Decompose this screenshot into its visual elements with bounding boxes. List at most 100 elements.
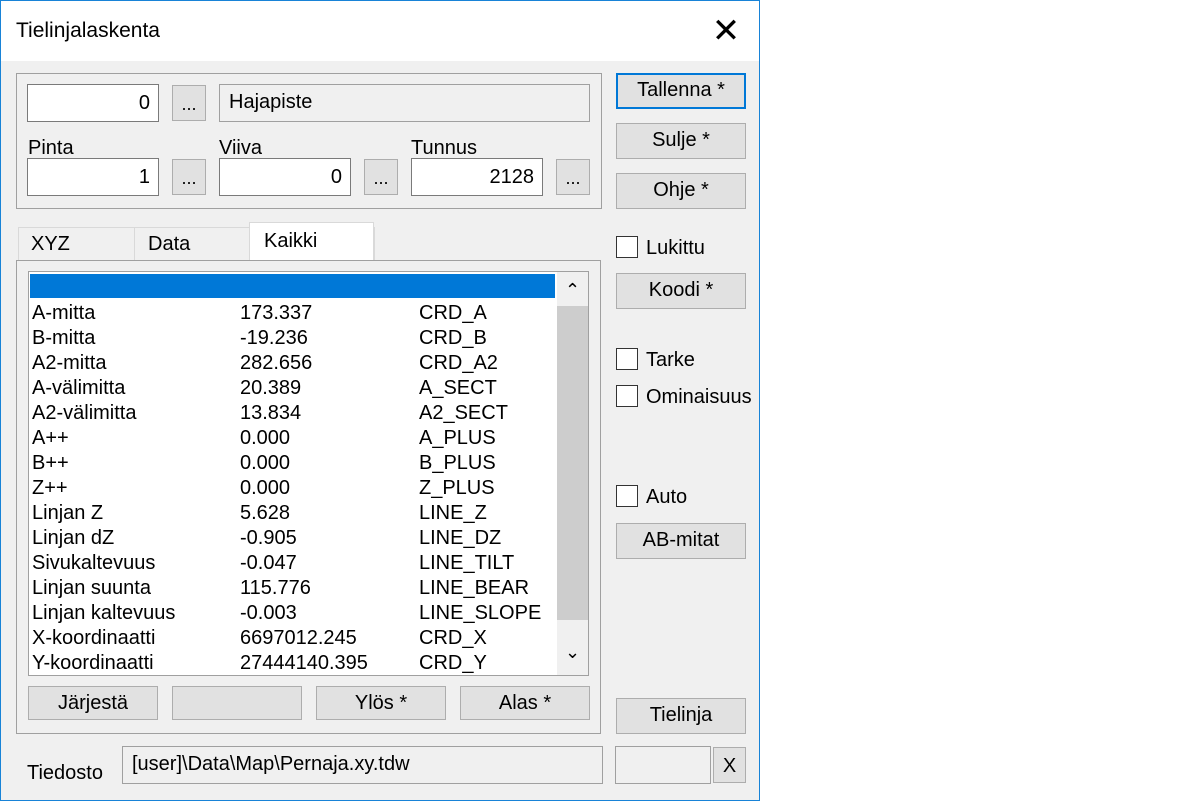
list-item[interactable]: B-mitta -19.236 CRD_B [29,326,559,351]
tab-divider [134,227,135,260]
list-item[interactable]: Y-koordinaatti 27444140.395 CRD_Y [29,651,559,675]
list-item[interactable]: A-mitta 173.337 CRD_A [29,301,559,326]
list-item[interactable]: Sivukaltevuus -0.047 LINE_TILT [29,551,559,576]
list-item-code: A_SECT [419,377,497,399]
list-item-name: Linjan dZ [32,527,115,549]
list-item-code: LINE_SLOPE [419,602,542,624]
scroll-down-icon[interactable]: ⌄ [557,642,588,663]
list-item-name: A2-mitta [32,352,107,374]
list-item-value: 13.834 [240,402,302,424]
list-item-name: A2-välimitta [32,402,137,424]
tab-xyz[interactable]: XYZ [31,227,70,259]
list-item-value: 0.000 [240,477,291,499]
list-item[interactable]: Z++ 0.000 Z_PLUS [29,476,559,501]
ominaisuus-label: Ominaisuus [646,386,752,408]
locked-checkbox[interactable] [616,236,638,258]
list-item[interactable]: Linjan suunta 115.776 LINE_BEAR [29,576,559,601]
move-down-button[interactable]: Alas * [460,686,590,720]
code-value-field[interactable]: 0 [27,84,159,122]
list-item-code: LINE_BEAR [419,577,530,599]
attribute-list[interactable]: A-mitta 173.337 CRD_A B-mitta -19.236 CRD_B A2… [28,271,589,676]
sort-button[interactable]: Järjestä [28,686,158,720]
list-item-value: 115.776 [240,577,311,599]
list-item[interactable]: A2-mitta 282.656 CRD_A2 [29,351,559,376]
pinta-label: Pinta [28,137,74,159]
list-item-name: Y-koordinaatti [32,652,154,674]
selected-row[interactable] [30,274,555,298]
list-item-value: 20.389 [240,377,302,399]
list-item-code: CRD_B [419,327,487,349]
list-item[interactable]: X-koordinaatti 6697012.245 CRD_X [29,626,559,651]
viiva-label: Viiva [219,137,262,159]
list-item[interactable]: A2-välimitta 13.834 A2_SECT [29,401,559,426]
list-item-value: 282.656 [240,352,313,374]
clear-file-button[interactable]: X [713,747,746,783]
file-label: Tiedosto [27,762,103,784]
file-path-field: [user]\Data\Map\Pernaja.xy.tdw [122,746,603,784]
list-item-code: A2_SECT [419,402,508,424]
close-icon[interactable]: ✕ [701,9,751,53]
list-item-name: A-välimitta [32,377,126,399]
list-item-value: -0.047 [240,552,297,574]
list-item-value: 173.337 [240,302,313,324]
pinta-browse-button[interactable]: ... [172,159,206,195]
tielinja-button[interactable]: Tielinja [616,698,746,734]
blank-button[interactable] [172,686,302,720]
list-item-code: Z_PLUS [419,477,495,499]
auto-label: Auto [646,486,688,508]
list-item-value: -0.905 [240,527,297,549]
list-item[interactable]: Linjan dZ -0.905 LINE_DZ [29,526,559,551]
list-item-name: B++ [32,452,69,474]
list-item-code: LINE_TILT [419,552,515,574]
list-item-code: CRD_A [419,302,487,324]
list-item-code: CRD_X [419,627,487,649]
tunnus-browse-button[interactable]: ... [556,159,590,195]
tab-kaikki[interactable]: Kaikki [264,224,317,256]
list-item-name: Linjan kaltevuus [32,602,176,624]
list-item-name: Linjan Z [32,502,104,524]
ominaisuus-checkbox[interactable] [616,385,638,407]
list-item[interactable]: Linjan kaltevuus -0.003 LINE_SLOPE [29,601,559,626]
list-item-value: 6697012.245 [240,627,357,649]
tunnus-label: Tunnus [411,137,477,159]
list-item-code: LINE_Z [419,502,487,524]
list-item-value: 27444140.395 [240,652,368,674]
scroll-up-icon[interactable]: ⌃ [557,280,588,301]
list-item-code: CRD_Y [419,652,487,674]
list-item[interactable]: B++ 0.000 B_PLUS [29,451,559,476]
list-scrollbar[interactable]: ⌃ ⌄ [557,272,588,675]
list-item-value: -19.236 [240,327,308,349]
tab-data[interactable]: Data [148,227,190,259]
tunnus-field[interactable]: 2128 [411,158,543,196]
pinta-field[interactable]: 1 [27,158,159,196]
save-button[interactable]: Tallenna * [616,73,746,109]
tarke-checkbox[interactable] [616,348,638,370]
title-bar: Tielinjalaskenta ✕ [1,1,759,61]
list-item[interactable]: A-välimitta 20.389 A_SECT [29,376,559,401]
window-title: Tielinjalaskenta [16,19,160,42]
viiva-field[interactable]: 0 [219,158,351,196]
file-extra-field [615,746,711,784]
auto-checkbox[interactable] [616,485,638,507]
move-up-button[interactable]: Ylös * [316,686,446,720]
help-button[interactable]: Ohje * [616,173,746,209]
tarke-label: Tarke [646,349,695,371]
list-item-name: Sivukaltevuus [32,552,156,574]
code-button[interactable]: Koodi * [616,273,746,309]
code-browse-button[interactable]: ... [172,85,206,121]
list-item-name: A++ [32,427,69,449]
list-item[interactable]: A++ 0.000 A_PLUS [29,426,559,451]
list-item-code: CRD_A2 [419,352,498,374]
list-item-value: 5.628 [240,502,291,524]
list-item-code: LINE_DZ [419,527,502,549]
list-item-value: -0.003 [240,602,297,624]
list-item-code: A_PLUS [419,427,496,449]
ab-measures-button[interactable]: AB-mitat [616,523,746,559]
list-item-name: B-mitta [32,327,96,349]
scroll-thumb[interactable] [557,306,588,620]
close-button[interactable]: Sulje * [616,123,746,159]
list-item-code: B_PLUS [419,452,496,474]
code-name-field: Hajapiste [219,84,590,122]
viiva-browse-button[interactable]: ... [364,159,398,195]
list-item[interactable]: Linjan Z 5.628 LINE_Z [29,501,559,526]
